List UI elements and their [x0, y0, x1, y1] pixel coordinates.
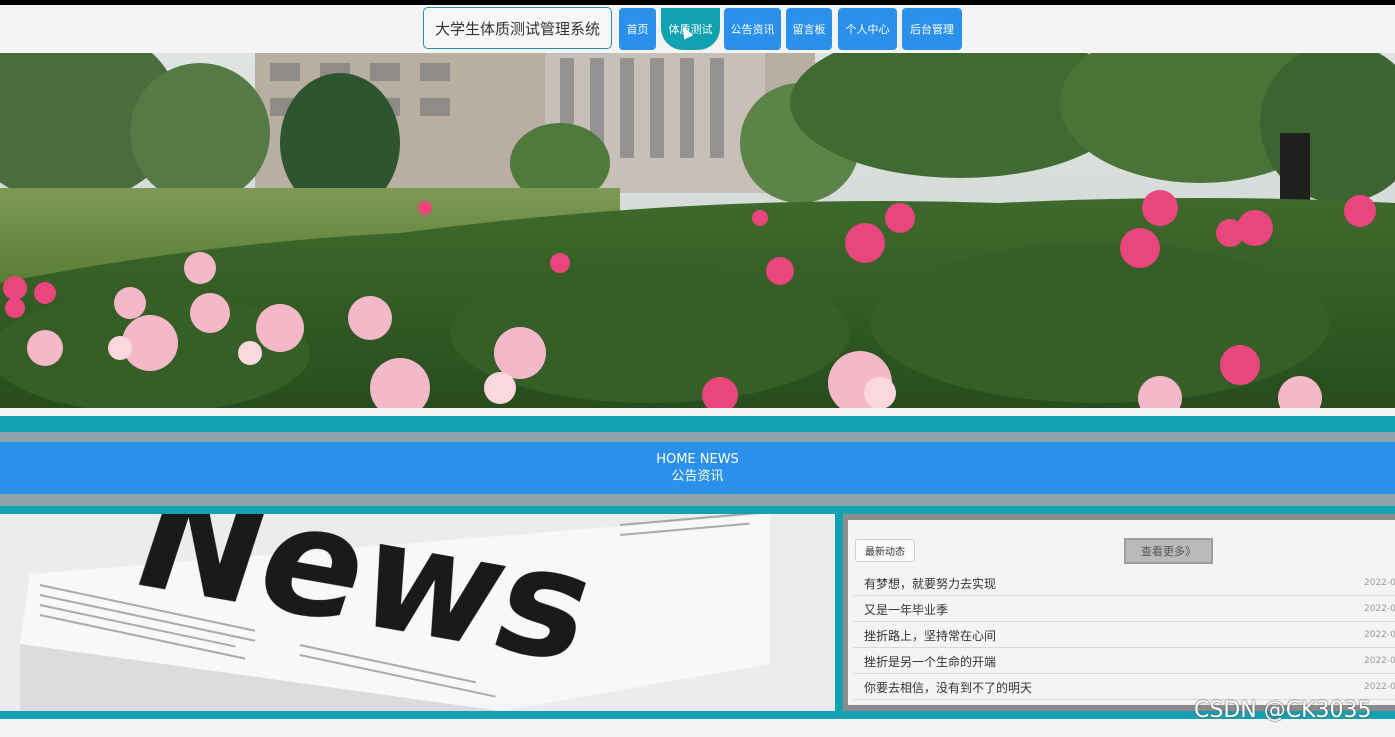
- news-title[interactable]: 挫折路上，坚持常在心间: [864, 627, 996, 644]
- section-title-cn: 公告资讯: [671, 469, 724, 484]
- view-more-button[interactable]: 查看更多》: [1124, 538, 1213, 564]
- news-illustration-image: News: [0, 514, 835, 711]
- nav-announcements[interactable]: 公告资讯: [724, 8, 781, 50]
- latest-news-panel: 最新动态 查看更多》 有梦想，就要努力去实现 2022-0 又是一年毕业季 20…: [843, 514, 1395, 711]
- news-item[interactable]: 又是一年毕业季 2022-0: [853, 596, 1395, 622]
- campus-banner-image: [0, 53, 1395, 408]
- nav-home[interactable]: 首页: [619, 8, 656, 50]
- news-date: 2022-0: [1364, 630, 1395, 640]
- news-list: 有梦想，就要努力去实现 2022-0 又是一年毕业季 2022-0 挫折路上，坚…: [853, 570, 1395, 700]
- news-date: 2022-0: [1364, 656, 1395, 666]
- news-item[interactable]: 挫折路上，坚持常在心间 2022-0: [853, 622, 1395, 648]
- news-title[interactable]: 你要去相信，没有到不了的明天: [864, 679, 1032, 696]
- nav-message-board[interactable]: 留言板: [786, 8, 832, 50]
- news-date: 2022-0: [1364, 682, 1395, 692]
- nav-admin[interactable]: 后台管理: [902, 8, 962, 50]
- divider: [835, 514, 843, 711]
- news-item[interactable]: 你要去相信，没有到不了的明天 2022-0: [853, 674, 1395, 700]
- section-header: HOME NEWS 公告资讯: [0, 442, 1395, 494]
- news-date: 2022-0: [1364, 604, 1395, 614]
- news-item[interactable]: 挫折是另一个生命的开端 2022-0: [853, 648, 1395, 674]
- section-title-en: HOME NEWS: [656, 452, 739, 467]
- footer-area: [0, 719, 1395, 737]
- news-title[interactable]: 挫折是另一个生命的开端: [864, 653, 996, 670]
- divider: [0, 506, 1395, 514]
- divider: [0, 494, 1395, 506]
- divider: [0, 416, 1395, 432]
- divider: [0, 408, 1395, 416]
- divider: [0, 711, 1395, 719]
- latest-news-tag: 最新动态: [855, 539, 915, 562]
- top-navigation: 大学生体质测试管理系统 首页 体质测试 公告资讯 留言板 个人中心 后台管理: [0, 5, 1395, 53]
- watermark-text: CSDN @CK3035: [1194, 698, 1372, 723]
- news-title[interactable]: 又是一年毕业季: [864, 601, 948, 618]
- news-title[interactable]: 有梦想，就要努力去实现: [864, 575, 996, 592]
- nav-personal-center[interactable]: 个人中心: [838, 8, 897, 50]
- divider: [0, 432, 1395, 442]
- site-title[interactable]: 大学生体质测试管理系统: [423, 7, 612, 49]
- news-date: 2022-0: [1364, 578, 1395, 588]
- news-item[interactable]: 有梦想，就要努力去实现 2022-0: [853, 570, 1395, 596]
